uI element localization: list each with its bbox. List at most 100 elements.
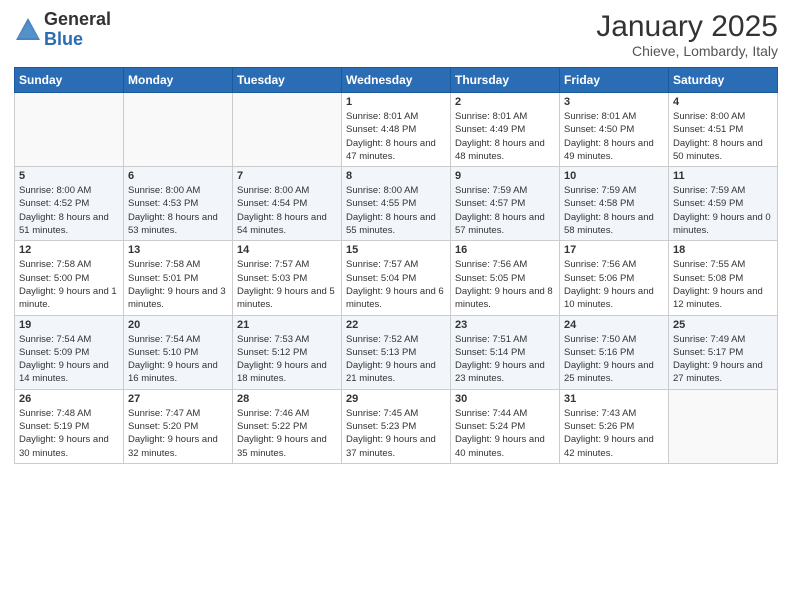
day-info: Sunrise: 7:46 AM Sunset: 5:22 PM Dayligh… — [237, 407, 337, 460]
day-info: Sunrise: 7:52 AM Sunset: 5:13 PM Dayligh… — [346, 333, 446, 386]
day-number: 9 — [455, 170, 555, 182]
day-number: 18 — [673, 244, 773, 256]
day-cell: 30 Sunrise: 7:44 AM Sunset: 5:24 PM Dayli… — [451, 389, 560, 463]
day-info: Sunrise: 7:57 AM Sunset: 5:03 PM Dayligh… — [237, 258, 337, 311]
day-info: Sunrise: 7:59 AM Sunset: 4:59 PM Dayligh… — [673, 184, 773, 237]
day-info: Sunrise: 8:00 AM Sunset: 4:55 PM Dayligh… — [346, 184, 446, 237]
logo: General Blue — [14, 10, 111, 50]
day-cell: 14 Sunrise: 7:57 AM Sunset: 5:03 PM Dayli… — [233, 241, 342, 315]
day-number: 16 — [455, 244, 555, 256]
page: General Blue January 2025 Chieve, Lombar… — [0, 0, 792, 612]
day-info: Sunrise: 7:57 AM Sunset: 5:04 PM Dayligh… — [346, 258, 446, 311]
day-cell — [15, 93, 124, 167]
month-title: January 2025 — [596, 10, 778, 43]
day-number: 30 — [455, 393, 555, 405]
day-number: 17 — [564, 244, 664, 256]
day-number: 8 — [346, 170, 446, 182]
day-cell: 3Sunrise: 8:01 AM Sunset: 4:50 PM Daylig… — [560, 93, 669, 167]
day-info: Sunrise: 7:49 AM Sunset: 5:17 PM Dayligh… — [673, 333, 773, 386]
day-cell: 21 Sunrise: 7:53 AM Sunset: 5:12 PM Dayli… — [233, 315, 342, 389]
day-cell: 31 Sunrise: 7:43 AM Sunset: 5:26 PM Dayli… — [560, 389, 669, 463]
day-info: Sunrise: 7:44 AM Sunset: 5:24 PM Dayligh… — [455, 407, 555, 460]
day-cell: 12 Sunrise: 7:58 AM Sunset: 5:00 PM Dayli… — [15, 241, 124, 315]
col-saturday: Saturday — [669, 68, 778, 93]
day-info: Sunrise: 7:59 AM Sunset: 4:58 PM Dayligh… — [564, 184, 664, 237]
day-cell: 13 Sunrise: 7:58 AM Sunset: 5:01 PM Dayli… — [124, 241, 233, 315]
day-info: Sunrise: 7:43 AM Sunset: 5:26 PM Dayligh… — [564, 407, 664, 460]
day-info: Sunrise: 7:48 AM Sunset: 5:19 PM Dayligh… — [19, 407, 119, 460]
day-cell: 5Sunrise: 8:00 AM Sunset: 4:52 PM Daylig… — [15, 167, 124, 241]
col-tuesday: Tuesday — [233, 68, 342, 93]
day-cell: 26 Sunrise: 7:48 AM Sunset: 5:19 PM Dayli… — [15, 389, 124, 463]
day-cell: 29 Sunrise: 7:45 AM Sunset: 5:23 PM Dayli… — [342, 389, 451, 463]
day-cell: 22 Sunrise: 7:52 AM Sunset: 5:13 PM Dayli… — [342, 315, 451, 389]
day-info: Sunrise: 7:55 AM Sunset: 5:08 PM Dayligh… — [673, 258, 773, 311]
day-info: Sunrise: 7:53 AM Sunset: 5:12 PM Dayligh… — [237, 333, 337, 386]
day-number: 14 — [237, 244, 337, 256]
day-number: 25 — [673, 319, 773, 331]
day-cell: 10 Sunrise: 7:59 AM Sunset: 4:58 PM Dayli… — [560, 167, 669, 241]
location-title: Chieve, Lombardy, Italy — [596, 43, 778, 59]
week-row-0: 1 Sunrise: 8:01 AM Sunset: 4:48 PM Daylig… — [15, 93, 778, 167]
day-cell: 7Sunrise: 8:00 AM Sunset: 4:54 PM Daylig… — [233, 167, 342, 241]
day-number: 27 — [128, 393, 228, 405]
day-number: 19 — [19, 319, 119, 331]
day-number: 23 — [455, 319, 555, 331]
day-number: 12 — [19, 244, 119, 256]
day-number: 29 — [346, 393, 446, 405]
day-info: Sunrise: 7:50 AM Sunset: 5:16 PM Dayligh… — [564, 333, 664, 386]
day-info: Sunrise: 8:01 AM Sunset: 4:49 PM Dayligh… — [455, 110, 555, 163]
day-info: Sunrise: 7:59 AM Sunset: 4:57 PM Dayligh… — [455, 184, 555, 237]
title-block: January 2025 Chieve, Lombardy, Italy — [596, 10, 778, 59]
day-info: Sunrise: 7:58 AM Sunset: 5:00 PM Dayligh… — [19, 258, 119, 311]
day-number: 4 — [673, 96, 773, 108]
day-cell: 1 Sunrise: 8:01 AM Sunset: 4:48 PM Daylig… — [342, 93, 451, 167]
day-info: Sunrise: 8:01 AM Sunset: 4:48 PM Dayligh… — [346, 110, 446, 163]
day-cell: 9 Sunrise: 7:59 AM Sunset: 4:57 PM Daylig… — [451, 167, 560, 241]
day-cell: 20Sunrise: 7:54 AM Sunset: 5:10 PM Dayli… — [124, 315, 233, 389]
day-number: 10 — [564, 170, 664, 182]
day-info: Sunrise: 7:54 AM Sunset: 5:10 PM Dayligh… — [128, 333, 228, 386]
day-cell: 28Sunrise: 7:46 AM Sunset: 5:22 PM Dayli… — [233, 389, 342, 463]
day-cell: 8 Sunrise: 8:00 AM Sunset: 4:55 PM Daylig… — [342, 167, 451, 241]
day-info: Sunrise: 8:00 AM Sunset: 4:54 PM Dayligh… — [237, 184, 337, 237]
day-number: 22 — [346, 319, 446, 331]
day-cell: 6Sunrise: 8:00 AM Sunset: 4:53 PM Daylig… — [124, 167, 233, 241]
day-cell: 19 Sunrise: 7:54 AM Sunset: 5:09 PM Dayli… — [15, 315, 124, 389]
day-info: Sunrise: 7:47 AM Sunset: 5:20 PM Dayligh… — [128, 407, 228, 460]
day-number: 26 — [19, 393, 119, 405]
logo-general-text: General — [44, 10, 111, 30]
day-number: 11 — [673, 170, 773, 182]
day-number: 5 — [19, 170, 119, 182]
day-number: 2 — [455, 96, 555, 108]
day-cell: 11 Sunrise: 7:59 AM Sunset: 4:59 PM Dayli… — [669, 167, 778, 241]
day-cell: 17Sunrise: 7:56 AM Sunset: 5:06 PM Dayli… — [560, 241, 669, 315]
day-number: 1 — [346, 96, 446, 108]
day-info: Sunrise: 7:54 AM Sunset: 5:09 PM Dayligh… — [19, 333, 119, 386]
day-info: Sunrise: 7:51 AM Sunset: 5:14 PM Dayligh… — [455, 333, 555, 386]
header: General Blue January 2025 Chieve, Lombar… — [14, 10, 778, 59]
col-friday: Friday — [560, 68, 669, 93]
day-cell — [233, 93, 342, 167]
day-number: 31 — [564, 393, 664, 405]
day-cell: 18 Sunrise: 7:55 AM Sunset: 5:08 PM Dayli… — [669, 241, 778, 315]
day-info: Sunrise: 7:45 AM Sunset: 5:23 PM Dayligh… — [346, 407, 446, 460]
day-number: 24 — [564, 319, 664, 331]
day-cell: 25 Sunrise: 7:49 AM Sunset: 5:17 PM Dayli… — [669, 315, 778, 389]
calendar-header: Sunday Monday Tuesday Wednesday Thursday… — [15, 68, 778, 93]
day-number: 15 — [346, 244, 446, 256]
day-number: 13 — [128, 244, 228, 256]
day-number: 21 — [237, 319, 337, 331]
day-number: 3 — [564, 96, 664, 108]
day-cell: 15 Sunrise: 7:57 AM Sunset: 5:04 PM Dayli… — [342, 241, 451, 315]
day-cell: 16Sunrise: 7:56 AM Sunset: 5:05 PM Dayli… — [451, 241, 560, 315]
day-info: Sunrise: 7:58 AM Sunset: 5:01 PM Dayligh… — [128, 258, 228, 311]
logo-text: General Blue — [44, 10, 111, 50]
day-cell: 23 Sunrise: 7:51 AM Sunset: 5:14 PM Dayli… — [451, 315, 560, 389]
day-cell — [669, 389, 778, 463]
col-wednesday: Wednesday — [342, 68, 451, 93]
week-row-1: 5Sunrise: 8:00 AM Sunset: 4:52 PM Daylig… — [15, 167, 778, 241]
day-cell: 24 Sunrise: 7:50 AM Sunset: 5:16 PM Dayli… — [560, 315, 669, 389]
calendar: Sunday Monday Tuesday Wednesday Thursday… — [14, 67, 778, 464]
day-cell: 27 Sunrise: 7:47 AM Sunset: 5:20 PM Dayli… — [124, 389, 233, 463]
